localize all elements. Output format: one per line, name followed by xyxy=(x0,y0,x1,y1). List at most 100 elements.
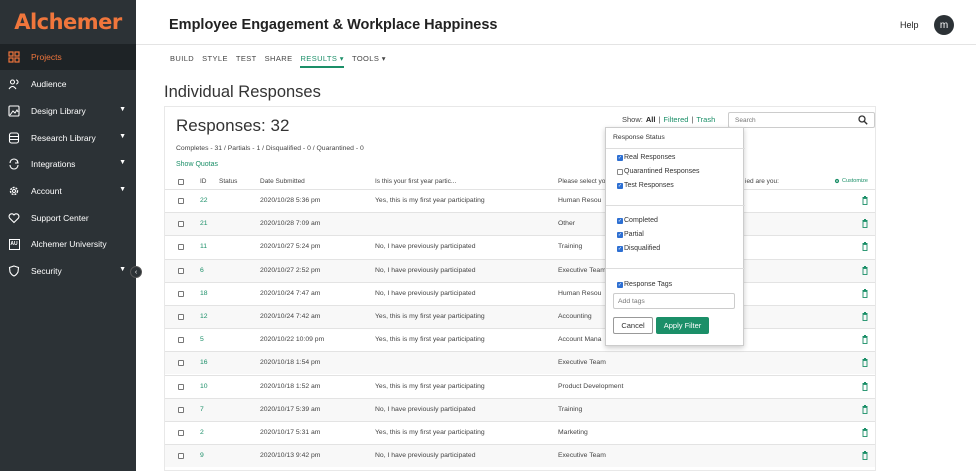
response-id-link[interactable]: 16 xyxy=(200,359,208,366)
response-id-link[interactable]: 2 xyxy=(200,429,204,436)
tab-tools[interactable]: TOOLS ▾ xyxy=(352,48,386,68)
sidebar-item-research-library[interactable]: Research Library ▼ xyxy=(0,125,136,151)
table-row[interactable]: 11 2020/10/27 5:24 pm No, I have previousl… xyxy=(165,235,875,258)
response-id-link[interactable]: 9 xyxy=(200,452,204,459)
apply-filter-button[interactable]: Apply Filter xyxy=(656,317,709,334)
sidebar-item-audience[interactable]: Audience xyxy=(0,71,136,97)
trash-icon[interactable] xyxy=(862,265,868,275)
filter-option-test-responses[interactable]: ✓ Test Responses xyxy=(617,182,674,189)
row-checkbox[interactable] xyxy=(178,453,184,460)
row-checkbox[interactable] xyxy=(178,290,184,297)
column-header-department[interactable]: Please select yo xyxy=(558,178,605,185)
column-header-satisfied[interactable]: ied are you: xyxy=(745,178,779,185)
response-id-link[interactable]: 18 xyxy=(200,290,208,297)
row-checkbox[interactable] xyxy=(178,198,184,204)
user-avatar[interactable]: m xyxy=(934,15,954,35)
column-header-date[interactable]: Date Submitted xyxy=(260,178,305,185)
chevron-down-icon[interactable]: ▼ xyxy=(119,186,126,193)
response-id-link[interactable]: 10 xyxy=(200,383,208,390)
alchemer-logo[interactable]: Alchemer xyxy=(0,0,136,44)
help-link[interactable]: Help xyxy=(900,20,919,30)
column-header-first-year[interactable]: Is this your first year partic... xyxy=(375,178,456,185)
response-id-link[interactable]: 22 xyxy=(200,197,208,204)
row-checkbox[interactable] xyxy=(178,221,184,228)
trash-icon[interactable] xyxy=(862,288,868,298)
response-id-link[interactable]: 12 xyxy=(200,313,208,320)
trash-icon[interactable] xyxy=(862,335,868,345)
trash-icon[interactable] xyxy=(862,312,868,321)
checkbox-unchecked[interactable] xyxy=(617,168,623,175)
table-row[interactable]: 18 2020/10/24 7:47 am No, I have previousl… xyxy=(165,281,875,305)
table-row[interactable]: 6 2020/10/27 2:52 pm No, I have previously… xyxy=(165,258,875,282)
row-checkbox[interactable] xyxy=(178,314,184,320)
sidebar-item-design-library[interactable]: Design Library ▼ xyxy=(0,98,136,124)
trash-icon[interactable] xyxy=(862,242,868,252)
column-header-status[interactable]: Status xyxy=(219,178,237,185)
chevron-down-icon[interactable]: ▼ xyxy=(119,159,126,166)
row-checkbox[interactable] xyxy=(178,430,184,436)
search-icon[interactable] xyxy=(858,115,868,125)
sidebar-item-integrations[interactable]: Integrations ▼ xyxy=(0,151,136,177)
tab-build[interactable]: BUILD xyxy=(170,48,194,68)
response-id-link[interactable]: 11 xyxy=(200,243,207,250)
filter-option-partial[interactable]: ✓ Partial xyxy=(617,231,644,238)
checkbox-checked[interactable]: ✓ xyxy=(617,154,623,161)
trash-icon[interactable] xyxy=(862,404,868,414)
add-tags-input[interactable] xyxy=(613,293,735,309)
trash-icon[interactable] xyxy=(862,196,868,205)
show-filtered-link[interactable]: Filtered xyxy=(663,115,688,124)
response-id-link[interactable]: 7 xyxy=(200,406,204,413)
table-row[interactable]: 9 2020/10/13 9:42 pm No, I have previously… xyxy=(165,444,875,468)
trash-icon[interactable] xyxy=(862,451,868,461)
trash-icon[interactable] xyxy=(862,428,868,437)
show-quotas-link[interactable]: Show Quotas xyxy=(176,161,218,168)
row-checkbox[interactable] xyxy=(178,360,184,367)
sidebar-item-alchemer-university[interactable]: AU Alchemer University xyxy=(0,231,136,257)
select-all-checkbox[interactable] xyxy=(178,179,184,185)
checkbox-checked[interactable]: ✓ xyxy=(617,281,623,288)
sidebar-item-security[interactable]: Security ▼ xyxy=(0,258,136,284)
table-row[interactable]: 10 2020/10/18 1:52 am Yes, this is my firs… xyxy=(165,374,875,398)
sidebar-collapse-button[interactable]: ‹ xyxy=(130,266,142,278)
row-checkbox[interactable] xyxy=(178,406,184,413)
table-row[interactable]: 7 2020/10/17 5:39 am No, I have previously… xyxy=(165,397,875,421)
chevron-down-icon[interactable]: ▼ xyxy=(119,106,126,113)
tab-style[interactable]: STYLE xyxy=(202,48,228,68)
checkbox-checked[interactable]: ✓ xyxy=(617,182,623,189)
filter-option-disqualified[interactable]: ✓ Disqualified xyxy=(617,245,660,252)
tab-test[interactable]: TEST xyxy=(236,48,257,68)
chevron-down-icon[interactable]: ▼ xyxy=(119,133,126,140)
checkbox-checked[interactable]: ✓ xyxy=(617,231,623,238)
response-id-link[interactable]: 21 xyxy=(200,220,208,227)
trash-icon[interactable] xyxy=(862,358,868,368)
checkbox-checked[interactable]: ✓ xyxy=(617,217,623,224)
filter-option-response-tags[interactable]: ✓ Response Tags xyxy=(617,281,672,288)
trash-icon[interactable] xyxy=(862,219,868,229)
response-id-link[interactable]: 5 xyxy=(200,336,204,343)
row-checkbox[interactable] xyxy=(178,337,184,344)
sidebar-item-projects[interactable]: Projects xyxy=(0,44,136,70)
show-trash-link[interactable]: Trash xyxy=(696,115,715,124)
checkbox-checked[interactable]: ✓ xyxy=(617,245,623,252)
show-all-link[interactable]: All xyxy=(646,115,656,124)
filter-option-real-responses[interactable]: ✓ Real Responses xyxy=(617,154,675,161)
trash-icon[interactable] xyxy=(862,381,868,391)
table-row[interactable]: 16 2020/10/18 1:54 pm Executive Team xyxy=(165,351,875,375)
filter-option-quarantined-responses[interactable]: Quarantined Responses xyxy=(617,168,700,175)
table-row[interactable]: 5 2020/10/22 10:09 pm Yes, this is my firs… xyxy=(165,328,875,351)
row-checkbox[interactable] xyxy=(178,267,184,274)
tab-share[interactable]: SHARE xyxy=(265,48,293,68)
customize-link[interactable]: Customize xyxy=(834,178,868,184)
response-id-link[interactable]: 6 xyxy=(200,267,204,274)
table-row[interactable]: 21 2020/10/28 7:09 am Other xyxy=(165,212,875,236)
cancel-button[interactable]: Cancel xyxy=(613,317,653,334)
sidebar-item-support-center[interactable]: Support Center xyxy=(0,205,136,231)
chevron-down-icon[interactable]: ▼ xyxy=(119,266,126,273)
column-header-id[interactable]: ID xyxy=(200,178,207,185)
filter-option-completed[interactable]: ✓ Completed xyxy=(617,217,658,224)
row-checkbox[interactable] xyxy=(178,244,184,251)
table-row[interactable]: 2 2020/10/17 5:31 am Yes, this is my first… xyxy=(165,421,875,444)
tab-results[interactable]: RESULTS ▾ xyxy=(300,48,344,68)
table-row[interactable]: 22 2020/10/28 5:36 pm Yes, this is my firs… xyxy=(165,189,875,212)
search-input[interactable] xyxy=(728,112,875,128)
